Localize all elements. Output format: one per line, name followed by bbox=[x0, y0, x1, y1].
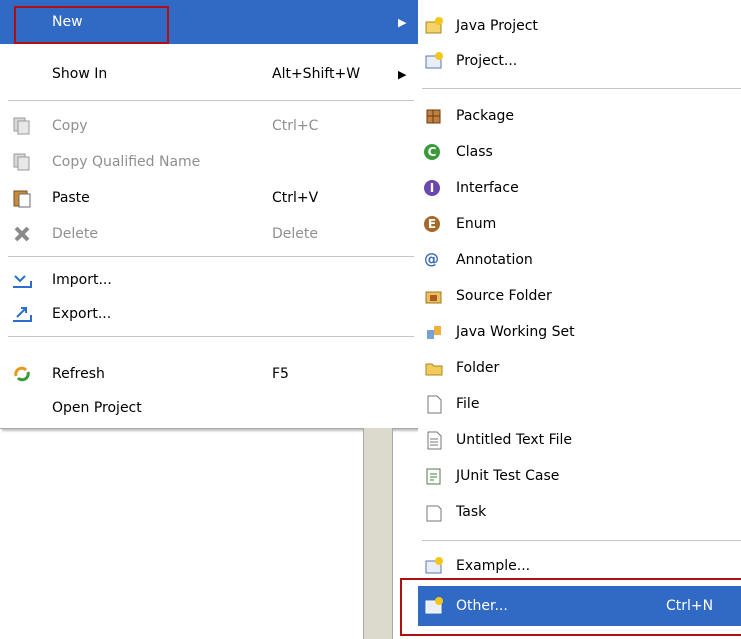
java-project-icon bbox=[424, 16, 444, 36]
submenu-item-label: Enum bbox=[456, 216, 497, 232]
delete-icon bbox=[12, 224, 32, 244]
text-file-icon bbox=[424, 430, 444, 450]
task-icon bbox=[424, 502, 444, 522]
submenu-item-label: Folder bbox=[456, 360, 500, 376]
menu-item-open-project[interactable]: Open Project bbox=[0, 390, 418, 426]
submenu-item-label: Java Working Set bbox=[456, 324, 575, 340]
menu-item-label: Show In bbox=[52, 66, 108, 82]
submenu-item-label: Source Folder bbox=[456, 288, 552, 304]
export-icon bbox=[12, 304, 32, 324]
new-submenu: Java Project Project... Package C Class … bbox=[418, 0, 741, 639]
copy-icon bbox=[12, 116, 32, 136]
menu-item-delete[interactable]: Delete Delete bbox=[0, 216, 418, 252]
menu-item-export[interactable]: Export... bbox=[0, 296, 418, 332]
submenu-item-label: Package bbox=[456, 108, 515, 124]
submenu-item-label: Task bbox=[456, 504, 487, 520]
menu-item-copy-qualified-name[interactable]: Copy Qualified Name bbox=[0, 144, 418, 180]
submenu-item-folder[interactable]: Folder bbox=[418, 350, 741, 386]
menu-item-shortcut: Delete bbox=[272, 226, 318, 242]
submenu-item-untitled-text-file[interactable]: Untitled Text File bbox=[418, 422, 741, 458]
submenu-item-class[interactable]: C Class bbox=[418, 134, 741, 170]
submenu-item-label: Annotation bbox=[456, 252, 533, 268]
menu-item-label: Paste bbox=[52, 190, 90, 206]
annotation-highlight-box bbox=[14, 6, 169, 44]
submenu-item-label: Untitled Text File bbox=[456, 432, 573, 448]
separator bbox=[422, 88, 741, 89]
menu-item-shortcut: Ctrl+V bbox=[272, 190, 319, 206]
submenu-item-file[interactable]: File bbox=[418, 386, 741, 422]
menu-item-shortcut: Ctrl+C bbox=[272, 118, 319, 134]
import-icon bbox=[12, 270, 32, 290]
submenu-item-label: Interface bbox=[456, 180, 519, 196]
class-icon: C bbox=[424, 144, 440, 160]
submenu-item-label: Java Project bbox=[456, 18, 538, 34]
submenu-item-package[interactable]: Package bbox=[418, 98, 741, 134]
project-icon bbox=[424, 51, 444, 71]
copy-qualified-name-icon bbox=[12, 152, 32, 172]
menu-item-show-in[interactable]: Show In Alt+Shift+W ▶ bbox=[0, 56, 418, 92]
menu-item-label: Export... bbox=[52, 306, 112, 322]
menu-item-label: Copy bbox=[52, 118, 88, 134]
submenu-item-interface[interactable]: I Interface bbox=[418, 170, 741, 206]
submenu-arrow-icon: ▶ bbox=[398, 15, 407, 29]
menu-item-label: Open Project bbox=[52, 400, 142, 416]
menu-item-shortcut: F5 bbox=[272, 366, 289, 382]
menu-item-import[interactable]: Import... bbox=[0, 262, 418, 298]
junit-icon bbox=[424, 466, 444, 486]
submenu-item-label: Example... bbox=[456, 558, 531, 574]
refresh-icon bbox=[12, 364, 32, 384]
menu-item-label: Import... bbox=[52, 272, 112, 288]
menu-item-label: Delete bbox=[52, 226, 98, 242]
submenu-item-label: File bbox=[456, 396, 480, 412]
submenu-item-label: JUnit Test Case bbox=[456, 468, 560, 484]
package-icon bbox=[424, 106, 444, 126]
source-folder-icon bbox=[424, 286, 444, 306]
submenu-item-task[interactable]: Task bbox=[418, 494, 741, 530]
enum-icon: E bbox=[424, 216, 440, 232]
separator bbox=[8, 100, 414, 101]
separator bbox=[422, 540, 741, 541]
background-panel-edge bbox=[363, 428, 393, 639]
context-menu: New ▶ Show In Alt+Shift+W ▶ Copy Ctrl+C … bbox=[0, 0, 419, 429]
menu-item-paste[interactable]: Paste Ctrl+V bbox=[0, 180, 418, 216]
submenu-item-source-folder[interactable]: Source Folder bbox=[418, 278, 741, 314]
submenu-item-project[interactable]: Project... bbox=[418, 43, 741, 79]
menu-item-copy[interactable]: Copy Ctrl+C bbox=[0, 108, 418, 144]
submenu-item-label: Class bbox=[456, 144, 493, 160]
example-icon bbox=[424, 556, 444, 576]
submenu-arrow-icon: ▶ bbox=[398, 67, 407, 81]
file-icon bbox=[424, 394, 444, 414]
menu-item-label: Copy Qualified Name bbox=[52, 154, 201, 170]
separator bbox=[8, 256, 414, 257]
submenu-item-java-project[interactable]: Java Project bbox=[418, 8, 741, 44]
submenu-item-enum[interactable]: E Enum bbox=[418, 206, 741, 242]
submenu-item-junit-test-case[interactable]: JUnit Test Case bbox=[418, 458, 741, 494]
menu-item-refresh[interactable]: Refresh F5 bbox=[0, 356, 418, 392]
interface-icon: I bbox=[424, 180, 440, 196]
submenu-item-java-working-set[interactable]: Java Working Set bbox=[418, 314, 741, 350]
working-set-icon bbox=[424, 322, 444, 342]
menu-item-shortcut: Alt+Shift+W bbox=[272, 66, 361, 82]
menu-item-label: Refresh bbox=[52, 366, 105, 382]
submenu-item-annotation[interactable]: @ Annotation bbox=[418, 242, 741, 278]
submenu-item-label: Project... bbox=[456, 53, 518, 69]
annotation-icon: @ bbox=[424, 250, 439, 268]
separator bbox=[8, 336, 414, 337]
paste-icon bbox=[12, 188, 32, 208]
annotation-highlight-box bbox=[400, 578, 741, 636]
folder-icon bbox=[424, 358, 444, 378]
